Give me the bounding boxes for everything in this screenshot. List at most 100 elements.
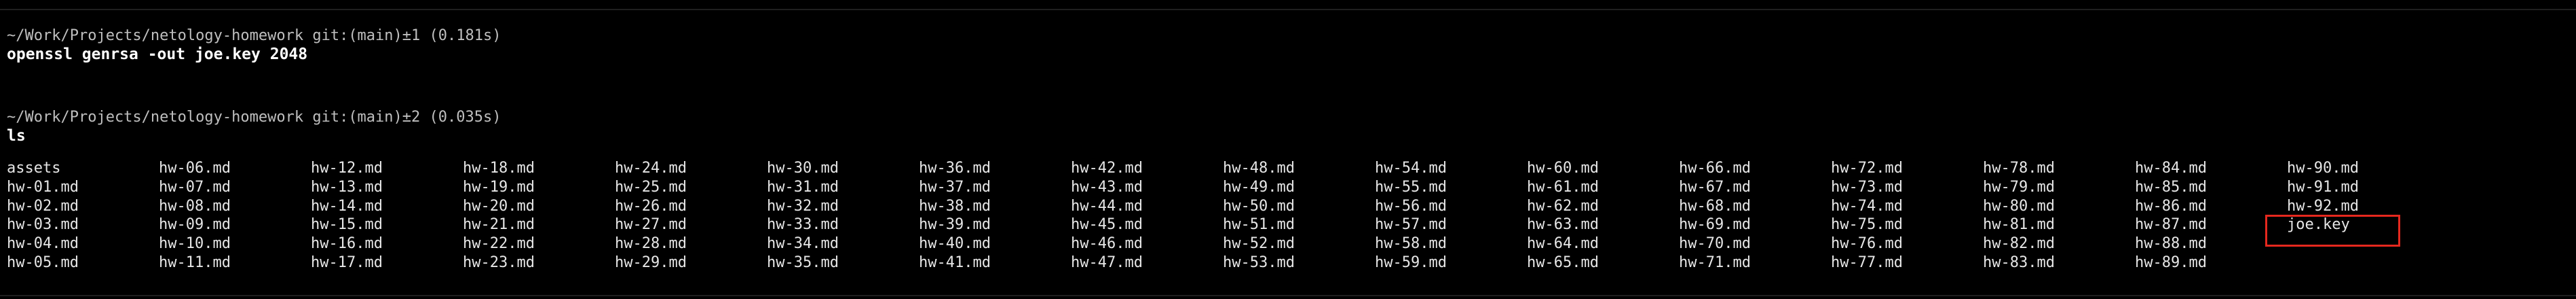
listing-item[interactable]: hw-67.md <box>1679 178 1831 197</box>
listing-item[interactable]: hw-43.md <box>1071 178 1223 197</box>
listing-item[interactable]: hw-57.md <box>1375 215 1527 234</box>
listing-item[interactable]: hw-59.md <box>1375 253 1527 272</box>
listing-item[interactable]: hw-25.md <box>615 178 767 197</box>
listing-item[interactable]: hw-38.md <box>919 197 1071 216</box>
listing-item[interactable]: hw-36.md <box>919 159 1071 178</box>
listing-item[interactable]: hw-16.md <box>311 234 463 253</box>
listing-item[interactable]: hw-42.md <box>1071 159 1223 178</box>
listing-item[interactable]: hw-40.md <box>919 234 1071 253</box>
listing-item[interactable]: hw-31.md <box>767 178 919 197</box>
listing-item[interactable]: hw-79.md <box>1983 178 2135 197</box>
listing-item[interactable]: hw-37.md <box>919 178 1071 197</box>
listing-item[interactable]: hw-14.md <box>311 197 463 216</box>
listing-item[interactable]: hw-06.md <box>159 159 311 178</box>
listing-item[interactable]: hw-68.md <box>1679 197 1831 216</box>
listing-item[interactable]: hw-30.md <box>767 159 919 178</box>
listing-item[interactable]: hw-03.md <box>7 215 159 234</box>
listing-item[interactable]: hw-01.md <box>7 178 159 197</box>
listing-item[interactable]: hw-58.md <box>1375 234 1527 253</box>
listing-item[interactable]: hw-52.md <box>1223 234 1375 253</box>
listing-item-highlighted[interactable]: joe.key <box>2287 215 2439 234</box>
listing-item[interactable]: hw-84.md <box>2135 159 2287 178</box>
listing-item[interactable]: hw-19.md <box>463 178 615 197</box>
listing-item[interactable]: hw-41.md <box>919 253 1071 272</box>
listing-item[interactable]: hw-18.md <box>463 159 615 178</box>
listing-item[interactable]: hw-89.md <box>2135 253 2287 272</box>
command-line[interactable]: openssl genrsa -out joe.key 2048 <box>7 45 501 64</box>
listing-item[interactable]: hw-02.md <box>7 197 159 216</box>
listing-item[interactable]: hw-71.md <box>1679 253 1831 272</box>
listing-item[interactable]: hw-21.md <box>463 215 615 234</box>
listing-item[interactable]: hw-17.md <box>311 253 463 272</box>
listing-item[interactable]: hw-47.md <box>1071 253 1223 272</box>
listing-item[interactable]: hw-60.md <box>1527 159 1679 178</box>
listing-item[interactable]: hw-35.md <box>767 253 919 272</box>
listing-item[interactable]: hw-78.md <box>1983 159 2135 178</box>
command-block-1: ~/Work/Projects/netology-homework git:(m… <box>7 27 501 64</box>
listing-item[interactable]: hw-54.md <box>1375 159 1527 178</box>
listing-item[interactable]: hw-72.md <box>1831 159 1983 178</box>
top-separator <box>0 9 2576 10</box>
listing-item[interactable]: hw-45.md <box>1071 215 1223 234</box>
listing-item[interactable]: hw-15.md <box>311 215 463 234</box>
listing-item[interactable]: hw-50.md <box>1223 197 1375 216</box>
listing-item[interactable]: hw-75.md <box>1831 215 1983 234</box>
listing-item[interactable]: hw-20.md <box>463 197 615 216</box>
listing-item[interactable]: hw-87.md <box>2135 215 2287 234</box>
listing-item[interactable]: hw-56.md <box>1375 197 1527 216</box>
listing-item[interactable]: hw-63.md <box>1527 215 1679 234</box>
listing-item[interactable]: hw-34.md <box>767 234 919 253</box>
listing-item[interactable]: hw-92.md <box>2287 197 2439 216</box>
listing-item[interactable]: hw-85.md <box>2135 178 2287 197</box>
listing-item[interactable]: hw-69.md <box>1679 215 1831 234</box>
listing-item[interactable]: hw-08.md <box>159 197 311 216</box>
listing-item[interactable]: hw-24.md <box>615 159 767 178</box>
listing-item[interactable]: hw-12.md <box>311 159 463 178</box>
listing-item[interactable]: hw-22.md <box>463 234 615 253</box>
listing-item[interactable]: hw-61.md <box>1527 178 1679 197</box>
listing-item[interactable]: hw-86.md <box>2135 197 2287 216</box>
listing-item[interactable]: hw-76.md <box>1831 234 1983 253</box>
listing-item[interactable]: hw-74.md <box>1831 197 1983 216</box>
listing-item[interactable]: hw-91.md <box>2287 178 2439 197</box>
listing-item[interactable]: hw-49.md <box>1223 178 1375 197</box>
listing-item[interactable]: hw-48.md <box>1223 159 1375 178</box>
listing-item[interactable]: hw-83.md <box>1983 253 2135 272</box>
listing-item[interactable]: hw-51.md <box>1223 215 1375 234</box>
listing-item[interactable]: hw-33.md <box>767 215 919 234</box>
listing-item[interactable]: hw-46.md <box>1071 234 1223 253</box>
listing-item[interactable]: hw-10.md <box>159 234 311 253</box>
listing-item[interactable]: hw-77.md <box>1831 253 1983 272</box>
listing-item[interactable]: hw-27.md <box>615 215 767 234</box>
listing-item[interactable]: hw-73.md <box>1831 178 1983 197</box>
prompt-line: ~/Work/Projects/netology-homework git:(m… <box>7 27 501 44</box>
listing-item[interactable]: hw-70.md <box>1679 234 1831 253</box>
listing-item[interactable]: hw-80.md <box>1983 197 2135 216</box>
listing-item[interactable]: hw-90.md <box>2287 159 2439 178</box>
listing-item[interactable]: hw-81.md <box>1983 215 2135 234</box>
listing-item[interactable]: hw-09.md <box>159 215 311 234</box>
listing-item[interactable]: hw-82.md <box>1983 234 2135 253</box>
listing-item[interactable]: assets <box>7 159 159 178</box>
command-line[interactable]: ls <box>7 126 501 145</box>
listing-item[interactable]: hw-44.md <box>1071 197 1223 216</box>
listing-item[interactable]: hw-05.md <box>7 253 159 272</box>
listing-item[interactable]: hw-11.md <box>159 253 311 272</box>
listing-item[interactable]: hw-53.md <box>1223 253 1375 272</box>
listing-item[interactable]: hw-55.md <box>1375 178 1527 197</box>
listing-item[interactable]: hw-39.md <box>919 215 1071 234</box>
listing-item[interactable]: hw-26.md <box>615 197 767 216</box>
listing-item[interactable]: hw-62.md <box>1527 197 1679 216</box>
listing-item[interactable]: hw-32.md <box>767 197 919 216</box>
listing-item[interactable]: hw-23.md <box>463 253 615 272</box>
listing-item[interactable]: hw-29.md <box>615 253 767 272</box>
listing-item[interactable]: hw-04.md <box>7 234 159 253</box>
listing-item[interactable]: hw-65.md <box>1527 253 1679 272</box>
listing-item[interactable]: hw-07.md <box>159 178 311 197</box>
listing-item[interactable]: hw-88.md <box>2135 234 2287 253</box>
command-block-2: ~/Work/Projects/netology-homework git:(m… <box>7 109 501 145</box>
listing-item[interactable]: hw-13.md <box>311 178 463 197</box>
listing-item[interactable]: hw-64.md <box>1527 234 1679 253</box>
listing-item[interactable]: hw-66.md <box>1679 159 1831 178</box>
listing-item[interactable]: hw-28.md <box>615 234 767 253</box>
